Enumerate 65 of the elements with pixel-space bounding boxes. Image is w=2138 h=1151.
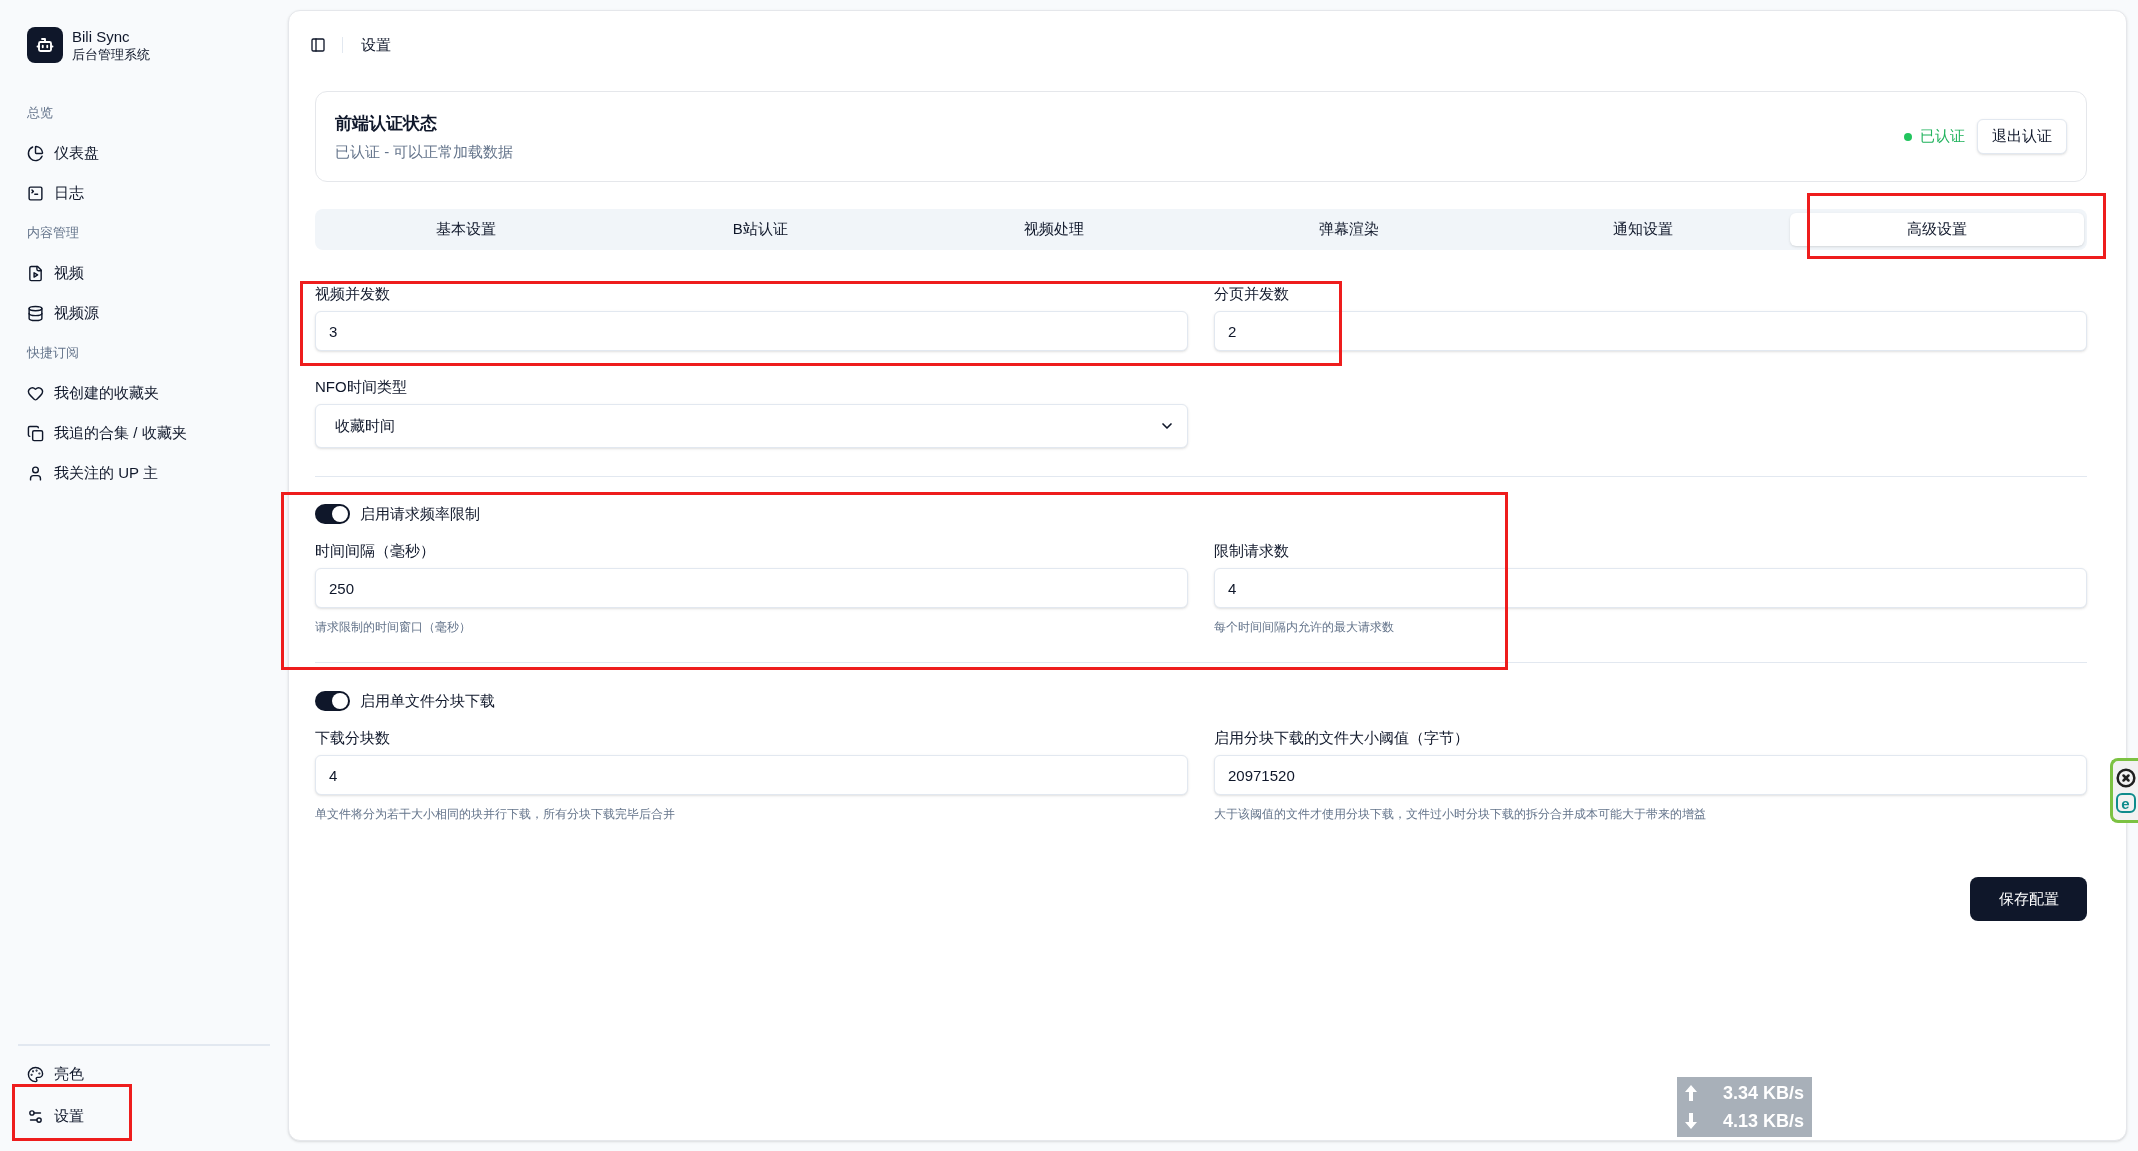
sidebar-item[interactable]: 仪表盘 xyxy=(18,133,270,173)
sidebar-item[interactable]: 亮色 xyxy=(18,1054,270,1094)
download-speed: 4.13 KB/s xyxy=(1722,1110,1804,1133)
field-label: NFO时间类型 xyxy=(315,377,408,397)
pie-chart-icon xyxy=(27,144,44,162)
status-label: 已认证 xyxy=(1920,126,1965,147)
card-title: 前端认证状态 xyxy=(335,112,438,135)
select-field[interactable]: 收藏时间 xyxy=(315,404,1188,448)
sliders-icon xyxy=(27,1107,44,1125)
input-field[interactable]: 250 xyxy=(315,568,1188,608)
close-icon[interactable] xyxy=(2115,768,2136,788)
app-name: Bili Sync xyxy=(72,27,131,46)
field-label: 时间间隔（毫秒） xyxy=(315,541,436,561)
input-field[interactable]: 3 xyxy=(315,311,1188,351)
sidebar-group-label: 快捷订阅 xyxy=(27,344,79,363)
toggle-switch[interactable] xyxy=(315,691,350,711)
sidebar-item[interactable]: 视频 xyxy=(18,253,270,293)
tab[interactable]: 基本设置 xyxy=(319,213,614,246)
field-label: 下载分块数 xyxy=(315,728,391,748)
toggle-label: 启用请求频率限制 xyxy=(360,504,480,524)
input-field[interactable]: 4 xyxy=(315,755,1188,795)
palette-icon xyxy=(27,1065,44,1083)
tab[interactable]: 视频处理 xyxy=(907,213,1202,246)
sidebar-group-label: 内容管理 xyxy=(27,224,79,243)
sidebar-item[interactable]: 视频源 xyxy=(18,293,270,333)
copy-icon xyxy=(27,424,44,442)
sidebar-item[interactable]: 日志 xyxy=(18,173,270,213)
upload-arrow-icon xyxy=(1685,1085,1697,1101)
upload-speed: 3.34 KB/s xyxy=(1722,1082,1804,1105)
sidebar-item[interactable]: 我追的合集 / 收藏夹 xyxy=(18,413,270,453)
app-subtitle: 后台管理系统 xyxy=(72,46,150,63)
field-label: 分页并发数 xyxy=(1214,284,1290,304)
sidebar-item[interactable]: 我关注的 UP 主 xyxy=(18,453,270,493)
tab[interactable]: 弹幕渲染 xyxy=(1201,213,1496,246)
sidebar-toggle-icon[interactable] xyxy=(310,37,326,53)
field-label: 限制请求数 xyxy=(1214,541,1290,561)
tab[interactable]: B站认证 xyxy=(613,213,908,246)
field-label: 视频并发数 xyxy=(315,284,391,304)
input-field[interactable]: 20971520 xyxy=(1214,755,2087,795)
terminal-icon xyxy=(27,184,44,202)
toggle-switch[interactable] xyxy=(315,504,350,524)
heart-icon xyxy=(27,384,44,402)
breadcrumb: 设置 xyxy=(361,34,391,55)
input-field[interactable]: 4 xyxy=(1214,568,2087,608)
field-hint: 大于该阈值的文件才使用分块下载，文件过小时分块下载的拆分合并成本可能大于带来的增益 xyxy=(1214,806,1707,822)
field-hint: 每个时间间隔内允许的最大请求数 xyxy=(1214,619,1395,635)
input-field[interactable]: 2 xyxy=(1214,311,2087,351)
card-description: 已认证 - 可以正常加载数据 xyxy=(335,141,514,162)
sidebar-item[interactable]: 设置 xyxy=(18,1096,270,1136)
logout-button[interactable]: 退出认证 xyxy=(1977,119,2067,154)
tab[interactable]: 通知设置 xyxy=(1495,213,1790,246)
sidebar-item[interactable]: 我创建的收藏夹 xyxy=(18,373,270,413)
field-hint: 单文件将分为若干大小相同的块并行下载，所有分块下载完毕后合并 xyxy=(315,806,676,822)
toggle-label: 启用单文件分块下载 xyxy=(360,691,495,711)
sidebar-group-label: 总览 xyxy=(27,104,53,123)
field-label: 启用分块下载的文件大小阈值（字节） xyxy=(1214,728,1470,748)
extension-badge[interactable]: e xyxy=(2115,793,2136,813)
tab[interactable]: 高级设置 xyxy=(1789,213,2084,246)
save-button[interactable]: 保存配置 xyxy=(1970,877,2087,921)
video-file-icon xyxy=(27,264,44,282)
robot-logo-icon xyxy=(27,27,63,63)
download-arrow-icon xyxy=(1685,1113,1697,1129)
user-icon xyxy=(27,464,44,482)
database-icon xyxy=(27,304,44,322)
field-hint: 请求限制的时间窗口（毫秒） xyxy=(315,619,472,635)
